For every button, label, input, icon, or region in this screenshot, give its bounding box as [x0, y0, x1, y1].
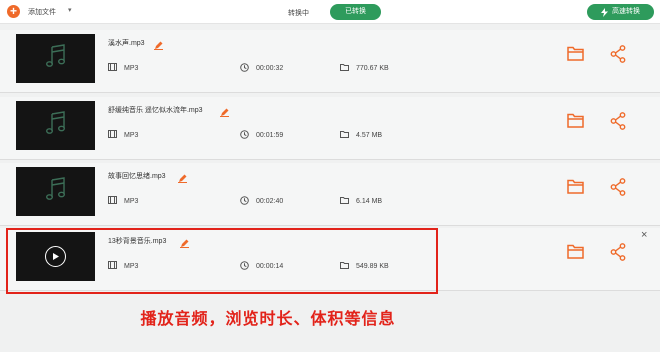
add-file-button[interactable]: + 添加文件 [7, 5, 56, 18]
fast-convert-button[interactable]: 高速转换 [587, 4, 654, 20]
file-format: MP3 [108, 130, 138, 140]
music-note-icon [45, 43, 67, 74]
format-icon [108, 63, 124, 73]
format-value: MP3 [124, 197, 139, 205]
file-name: 故事回忆思绪.mp3 [108, 173, 166, 180]
format-icon [108, 130, 124, 140]
file-format: MP3 [108, 196, 138, 206]
format-value: MP3 [124, 64, 139, 72]
add-dropdown-chevron-icon[interactable]: ▾ [68, 6, 72, 14]
file-row[interactable]: 舒缓纯音乐 遥忆似水流年.mp3 MP3 00:01:59 4.57 MB [0, 97, 660, 160]
top-toolbar: + 添加文件 ▾ 转换中 已转换 高速转换 [0, 0, 660, 24]
open-folder-icon[interactable] [567, 113, 584, 133]
fast-convert-label: 高速转换 [612, 8, 640, 15]
music-note-icon [45, 176, 67, 207]
format-value: MP3 [124, 131, 139, 139]
open-folder-icon[interactable] [567, 179, 584, 199]
annotation-highlight-box [6, 228, 438, 294]
tab-converted[interactable]: 已转换 [330, 4, 381, 20]
size-value: 770.67 KB [356, 64, 389, 72]
file-size: 6.14 MB [340, 196, 382, 206]
file-duration: 00:01:59 [240, 130, 283, 141]
duration-value: 00:01:59 [256, 132, 284, 139]
file-row[interactable]: 溪水声.mp3 MP3 00:00:32 770.67 KB [0, 30, 660, 93]
file-name: 溪水声.mp3 [108, 40, 145, 47]
edit-icon[interactable] [178, 170, 187, 188]
edit-icon[interactable] [154, 37, 163, 55]
share-icon[interactable] [610, 243, 626, 266]
duration-value: 00:00:32 [256, 65, 284, 72]
open-folder-icon[interactable] [567, 244, 584, 264]
format-icon [108, 196, 124, 206]
annotation-caption: 播放音频，浏览时长、体积等信息 [140, 311, 396, 328]
tab-converting[interactable]: 转换中 [288, 8, 309, 18]
duration-value: 00:02:40 [256, 198, 284, 205]
file-format: MP3 [108, 63, 138, 73]
share-icon[interactable] [610, 112, 626, 135]
file-row[interactable]: 故事回忆思绪.mp3 MP3 00:02:40 6.14 MB [0, 163, 660, 226]
share-icon[interactable] [610, 178, 626, 201]
clock-icon [240, 63, 256, 74]
close-icon[interactable]: × [641, 230, 647, 241]
share-icon[interactable] [610, 45, 626, 68]
clock-icon [240, 130, 256, 141]
file-duration: 00:02:40 [240, 196, 283, 207]
audio-thumbnail [16, 34, 95, 83]
audio-thumbnail [16, 167, 95, 216]
open-folder-icon[interactable] [567, 46, 584, 66]
file-name: 舒缓纯音乐 遥忆似水流年.mp3 [108, 107, 203, 114]
audio-thumbnail [16, 101, 95, 150]
size-value: 4.57 MB [356, 131, 383, 139]
lightning-icon [601, 7, 608, 17]
clock-icon [240, 196, 256, 207]
file-size: 770.67 KB [340, 63, 389, 73]
folder-size-icon [340, 130, 356, 140]
folder-size-icon [340, 63, 356, 73]
add-file-label: 添加文件 [28, 8, 56, 16]
music-note-icon [45, 110, 67, 141]
edit-icon[interactable] [220, 104, 229, 122]
file-size: 4.57 MB [340, 130, 382, 140]
add-icon: + [7, 5, 20, 18]
file-duration: 00:00:32 [240, 63, 283, 74]
folder-size-icon [340, 196, 356, 206]
size-value: 6.14 MB [356, 197, 383, 205]
